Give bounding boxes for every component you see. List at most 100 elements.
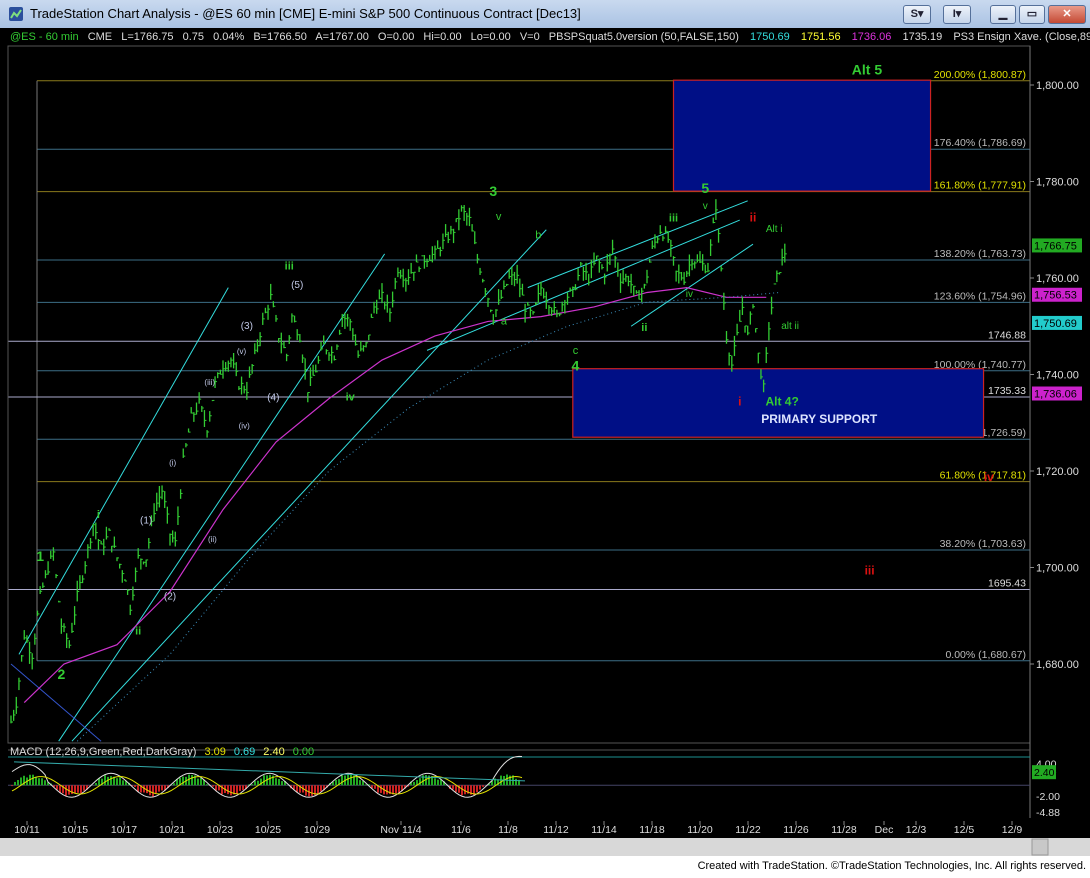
y-tick-label: 1,780.00 xyxy=(1036,177,1079,189)
wave-label: v xyxy=(703,201,708,212)
price-chart[interactable]: @ES - 60 min CME L=1766.75 0.75 0.04% B=… xyxy=(0,28,1090,856)
x-tick-label: 10/23 xyxy=(207,824,233,836)
chart-header-readout: @ES - 60 min CME L=1766.75 0.75 0.04% B=… xyxy=(10,31,1090,43)
x-tick-label: 11/22 xyxy=(735,824,761,836)
wave-label: ii xyxy=(135,626,141,638)
wave-label: (2) xyxy=(164,591,176,602)
x-tick-label: 10/15 xyxy=(62,824,88,836)
wave-label: (5) xyxy=(291,280,303,291)
window-title-bar: TradeStation Chart Analysis - @ES 60 min… xyxy=(0,0,1090,29)
close-button[interactable]: ✕ xyxy=(1048,5,1086,24)
wave-label: 1 xyxy=(36,548,44,564)
scrollbar-thumb xyxy=(1031,838,1049,856)
macd-value-badge-label: 2.40 xyxy=(1034,767,1055,779)
header-ind-v3: 1736.06 xyxy=(852,31,892,43)
x-tick-label: 12/3 xyxy=(906,824,927,836)
header-lo: Lo=0.00 xyxy=(471,31,511,43)
tradestation-app-icon xyxy=(9,7,23,21)
x-tick-label: 10/11 xyxy=(14,824,40,836)
maximize-button[interactable]: ▭ xyxy=(1019,5,1045,24)
wave-label: Alt i xyxy=(766,224,783,235)
header-pct: 0.04% xyxy=(213,31,244,43)
fib-label: 61.80% (1,717.81) xyxy=(940,470,1026,482)
header-bid: B=1766.50 xyxy=(253,31,307,43)
x-tick-label: 11/20 xyxy=(687,824,713,836)
wave-label: (iv) xyxy=(239,422,250,431)
support-label: 1695.43 xyxy=(988,578,1026,590)
header-exchange: CME xyxy=(88,31,112,43)
x-tick-label: 10/21 xyxy=(159,824,185,836)
header-ind-v4: 1735.19 xyxy=(902,31,942,43)
macd-y-tick-label: -4.88 xyxy=(1036,807,1060,819)
fib-label: 161.80% (1,777.91) xyxy=(934,180,1026,192)
wave-label: (ii) xyxy=(208,535,217,544)
x-tick-label: 11/26 xyxy=(783,824,809,836)
y-tick-label: 1,680.00 xyxy=(1036,659,1079,671)
price-badge-label: 1,756.53 xyxy=(1034,290,1077,302)
wave-label: ii xyxy=(641,322,647,334)
y-tick-label: 1,700.00 xyxy=(1036,563,1079,575)
x-tick-label: 11/6 xyxy=(451,824,471,836)
wave-label: PRIMARY SUPPORT xyxy=(761,412,878,426)
header-open: O=0.00 xyxy=(378,31,414,43)
status-bar: Created with TradeStation. ©TradeStation… xyxy=(0,856,1090,878)
header-ensign: PS3 Ensign Xave. (Close,89) xyxy=(953,31,1090,43)
wave-label: iii xyxy=(285,260,294,272)
wave-label: iv xyxy=(346,392,356,404)
x-tick-label: 10/25 xyxy=(255,824,281,836)
wave-label: (4) xyxy=(267,393,279,404)
header-ask: A=1767.00 xyxy=(315,31,369,43)
macd-y-tick-label: -2.00 xyxy=(1036,791,1060,803)
wave-label: c xyxy=(573,345,579,357)
x-tick-label: 11/18 xyxy=(639,824,665,836)
minimize-button[interactable]: ▁ xyxy=(990,5,1016,24)
wave-label: i xyxy=(738,394,741,408)
wave-label: iv xyxy=(984,470,994,484)
fib-label: 176.40% (1,786.69) xyxy=(934,137,1026,149)
header-change: 0.75 xyxy=(183,31,204,43)
wave-label: (i) xyxy=(169,459,176,468)
x-tick-label: Dec xyxy=(875,824,894,836)
header-indicator: PBSPSquat5.0version (50,FALSE,150) xyxy=(549,31,739,43)
wave-label: 5 xyxy=(701,180,709,196)
x-tick-label: 11/14 xyxy=(591,824,617,836)
wave-label: iii xyxy=(669,213,678,225)
wave-label: (iii) xyxy=(204,378,215,387)
x-tick-label: 11/12 xyxy=(543,824,569,836)
wave-label: b xyxy=(535,229,541,241)
wave-label: alt ii xyxy=(781,321,799,332)
x-tick-label: 10/29 xyxy=(304,824,330,836)
wave-label: i xyxy=(97,509,100,521)
y-tick-label: 1,800.00 xyxy=(1036,80,1079,92)
x-tick-label: 12/5 xyxy=(954,824,975,836)
header-ind-v2: 1751.56 xyxy=(801,31,841,43)
price-badge-label: 1,766.75 xyxy=(1034,240,1077,252)
symbol-link-s-button[interactable]: S▾ xyxy=(903,5,931,24)
fib-label: 138.20% (1,763.73) xyxy=(934,248,1026,260)
copyright-text: Created with TradeStation. ©TradeStation… xyxy=(697,860,1086,872)
fib-label: 200.00% (1,800.87) xyxy=(934,69,1026,81)
s-button-label: S xyxy=(910,8,918,20)
i-button-label: I xyxy=(952,8,956,20)
header-ind-v1: 1750.69 xyxy=(750,31,790,43)
support-label: 1735.33 xyxy=(988,385,1026,397)
y-tick-label: 1,760.00 xyxy=(1036,273,1079,285)
fib-label: 0.00% (1,680.67) xyxy=(945,649,1026,661)
header-last: L=1766.75 xyxy=(121,31,173,43)
window-title: TradeStation Chart Analysis - @ES 60 min… xyxy=(30,6,581,21)
fib-label: 38.20% (1,703.63) xyxy=(940,538,1026,550)
header-symbol: @ES - 60 min xyxy=(10,31,79,43)
header-hi: Hi=0.00 xyxy=(423,31,461,43)
wave-label: ii xyxy=(750,211,757,225)
symbol-link-i-button[interactable]: I▾ xyxy=(943,5,971,24)
wave-label: (1) xyxy=(140,516,152,527)
horizontal-scrollbar[interactable] xyxy=(0,838,1090,856)
wave-label: i xyxy=(611,241,613,253)
price-badge-label: 1,736.06 xyxy=(1034,389,1077,401)
wave-label: v xyxy=(496,211,502,223)
x-tick-label: 11/28 xyxy=(831,824,857,836)
wave-label: (v) xyxy=(237,347,247,356)
fib-label: 123.60% (1,754.96) xyxy=(934,290,1026,302)
macd-header: MACD (12,26,9,Green,Red,DarkGray) 3.09 0.6… xyxy=(10,746,314,758)
wave-label: 3 xyxy=(489,183,497,199)
